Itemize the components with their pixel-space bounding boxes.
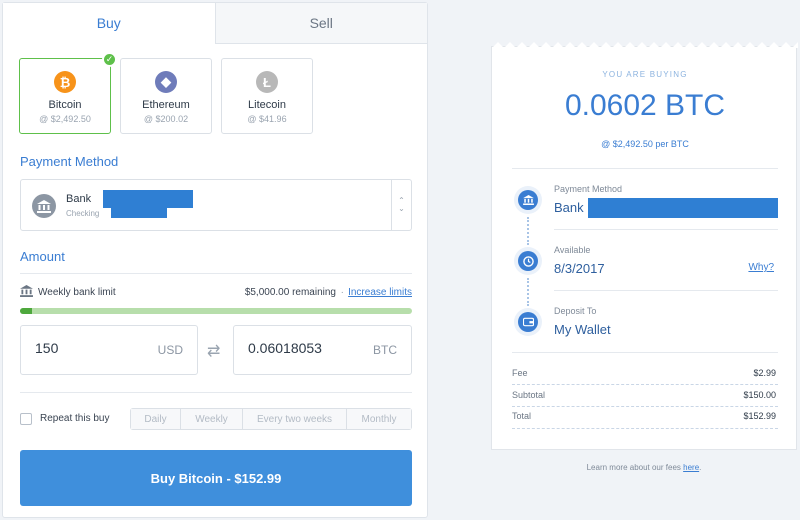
divider: [554, 229, 778, 230]
weekly-limit-label: Weekly bank limit: [38, 287, 116, 298]
currency-card-litecoin[interactable]: Ł Litecoin @ $41.96: [221, 58, 313, 134]
timeline-connector: [527, 217, 529, 245]
wallet-icon: [514, 308, 542, 336]
receipt-available-label: Available: [554, 245, 591, 255]
receipt-available-date: 8/3/2017: [554, 261, 605, 276]
subtotal-row: Subtotal $150.00: [512, 390, 776, 404]
receipt-deposit-label: Deposit To: [554, 306, 597, 316]
fees-footer-suffix: .: [699, 463, 702, 472]
bank-icon: [20, 285, 33, 300]
receipt-deposit-value: My Wallet: [554, 322, 611, 337]
timeline-connector: [527, 278, 529, 306]
bank-name: Bank: [66, 193, 92, 205]
repeat-buy-label: Repeat this buy: [40, 413, 110, 424]
amount-title: Amount: [20, 249, 65, 264]
tab-sell[interactable]: Sell: [214, 3, 427, 44]
frequency-weekly[interactable]: Weekly: [181, 409, 243, 429]
purchase-amount: 0.0602 BTC: [564, 89, 726, 122]
currency-name: Ethereum: [142, 99, 190, 111]
dashed-divider: [512, 406, 778, 407]
buy-bitcoin-button[interactable]: Buy Bitcoin - $152.99: [20, 450, 412, 506]
separator: ·: [340, 287, 344, 298]
clock-icon: [514, 247, 542, 275]
receipt-payment-label: Payment Method: [554, 184, 623, 194]
bank-icon: [514, 186, 542, 214]
ethereum-icon: ◆: [155, 71, 177, 93]
usd-amount-field[interactable]: USD: [20, 325, 198, 375]
subtotal-label: Subtotal: [512, 390, 546, 400]
receipt-zigzag-edge: [492, 42, 798, 48]
bitcoin-icon: ₿: [54, 71, 76, 93]
why-link[interactable]: Why?: [748, 262, 774, 273]
limit-remaining: $5,000.00 remaining: [244, 287, 336, 298]
buy-sell-tabs: Buy Sell: [3, 3, 427, 44]
divider: [20, 273, 412, 274]
checkbox[interactable]: [20, 413, 32, 425]
repeat-buy-checkbox[interactable]: Repeat this buy: [20, 412, 130, 428]
frequency-every-two-weeks[interactable]: Every two weeks: [243, 409, 347, 429]
currency-price: @ $200.02: [143, 114, 189, 124]
currency-price: @ $2,492.50: [39, 114, 91, 124]
divider: [20, 392, 412, 393]
swap-icon[interactable]: ⇄: [207, 341, 220, 361]
usd-amount-input[interactable]: [35, 340, 145, 356]
divider: [512, 168, 778, 169]
limit-progress-fill: [20, 308, 32, 314]
subtotal-value: $150.00: [743, 390, 776, 400]
checkmark-icon: ✓: [102, 52, 117, 67]
buy-sell-panel: Buy Sell ✓ ₿ Bitcoin @ $2,492.50 ◆ Ether…: [2, 2, 428, 518]
bank-icon: [32, 194, 56, 218]
fee-value: $2.99: [753, 368, 776, 378]
btc-unit: BTC: [373, 343, 397, 357]
fees-here-link[interactable]: here: [683, 463, 699, 472]
account-type: Checking: [66, 209, 100, 218]
dashed-divider: [512, 428, 778, 429]
fee-row: Fee $2.99: [512, 368, 776, 382]
total-row: Total $152.99: [512, 411, 776, 425]
currency-price: @ $41.96: [247, 114, 287, 124]
litecoin-icon: Ł: [256, 71, 278, 93]
tab-buy[interactable]: Buy: [3, 3, 215, 44]
usd-unit: USD: [157, 343, 183, 357]
divider: [554, 290, 778, 291]
order-summary-receipt: YOU ARE BUYING 0.0602 BTC @ $2,492.50 pe…: [491, 42, 798, 450]
purchase-rate: @ $2,492.50 per BTC: [601, 139, 689, 149]
redacted-account-number: [111, 206, 167, 218]
total-value: $152.99: [743, 411, 776, 421]
currency-name: Litecoin: [248, 99, 286, 111]
repeat-frequency-selector: Daily Weekly Every two weeks Monthly: [130, 408, 412, 430]
btc-amount-input[interactable]: [248, 340, 358, 356]
increase-limits-link[interactable]: Increase limits: [348, 287, 412, 298]
chevron-updown-icon[interactable]: ⌃ ⌄: [391, 180, 411, 230]
limit-progress-bar: [20, 308, 412, 314]
frequency-daily[interactable]: Daily: [131, 409, 181, 429]
payment-method-title: Payment Method: [20, 154, 119, 169]
currency-name: Bitcoin: [48, 99, 82, 111]
frequency-monthly[interactable]: Monthly: [347, 409, 411, 429]
fees-footer-note: Learn more about our fees here.: [491, 463, 797, 472]
currency-card-ethereum[interactable]: ◆ Ethereum @ $200.02: [120, 58, 212, 134]
dashed-divider: [512, 384, 778, 385]
weekly-limit-row: Weekly bank limit $5,000.00 remaining · …: [20, 285, 412, 301]
currency-card-bitcoin[interactable]: ✓ ₿ Bitcoin @ $2,492.50: [19, 52, 117, 134]
you-are-buying-heading: YOU ARE BUYING: [602, 70, 688, 79]
receipt-payment-value: Bank: [554, 200, 584, 215]
fee-label: Fee: [512, 368, 528, 378]
total-label: Total: [512, 411, 532, 421]
divider: [512, 352, 778, 353]
payment-method-select[interactable]: Bank Checking ⌃ ⌄: [20, 179, 412, 231]
fees-footer-text: Learn more about our fees: [586, 463, 684, 472]
redacted-bank-account: [588, 198, 778, 218]
btc-amount-field[interactable]: BTC: [233, 325, 412, 375]
